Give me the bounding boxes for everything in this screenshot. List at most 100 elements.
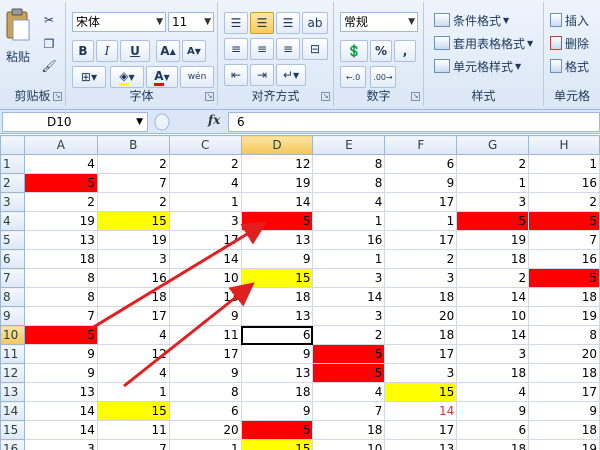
align-right-button[interactable]: ≡ [276,38,300,60]
cell-c11[interactable]: 17 [168,344,242,364]
cell-b9[interactable]: 17 [96,306,170,326]
row-header[interactable]: 16 [0,439,25,450]
wrap-text-button[interactable]: ↵ ▼ [276,64,306,86]
cell-c7[interactable]: 10 [168,268,242,288]
align-center-button[interactable]: ≡ [250,38,274,60]
cell-f13[interactable]: 15 [384,382,458,402]
cell-e12[interactable]: 5 [312,363,386,383]
grow-font-button[interactable]: A ▲ [156,40,180,62]
align-bottom-button[interactable]: ☰ [276,12,300,34]
cell-a10[interactable]: 5 [23,325,98,345]
cell-c10[interactable]: 11 [168,325,242,345]
cell-a16[interactable]: 3 [23,439,98,450]
column-header-e[interactable]: E [312,135,386,155]
cell-e1[interactable]: 8 [312,154,386,174]
cell-b2[interactable]: 7 [96,173,170,193]
cell-e11[interactable]: 5 [312,344,386,364]
merge-center-button[interactable]: ⊟ [302,38,328,60]
cell-e7[interactable]: 3 [312,268,386,288]
cell-c8[interactable]: 13 [168,287,242,307]
cell-b10[interactable]: 4 [96,325,170,345]
cell-c15[interactable]: 20 [168,420,242,440]
cell-d7[interactable]: 15 [240,268,314,288]
cell-a5[interactable]: 13 [23,230,98,250]
row-header[interactable]: 12 [0,363,25,383]
cell-a1[interactable]: 4 [23,154,98,174]
number-launcher-icon[interactable]: ↘ [411,92,420,101]
name-box[interactable]: D10 ▼ [2,112,148,132]
cell-a9[interactable]: 7 [23,306,98,326]
column-header-h[interactable]: H [528,135,600,155]
cell-h2[interactable]: 16 [528,173,600,193]
cell-d11[interactable]: 9 [240,344,314,364]
cell-h3[interactable]: 2 [528,192,600,212]
cell-e3[interactable]: 4 [312,192,386,212]
cell-h16[interactable]: 19 [528,439,600,450]
cell-h1[interactable]: 1 [528,154,600,174]
cell-f3[interactable]: 17 [384,192,458,212]
increase-decimal-button[interactable]: ←.0 [340,66,366,88]
align-left-button[interactable]: ≡ [224,38,248,60]
cell-d1[interactable]: 12 [240,154,314,174]
row-header[interactable]: 9 [0,306,25,326]
cell-f9[interactable]: 20 [384,306,458,326]
cell-e5[interactable]: 16 [312,230,386,250]
row-header[interactable]: 13 [0,382,25,402]
cell-b1[interactable]: 2 [96,154,170,174]
row-header[interactable]: 8 [0,287,25,307]
column-header-c[interactable]: C [168,135,242,155]
cell-g11[interactable]: 3 [456,344,530,364]
column-header-d[interactable]: D [240,135,314,155]
cell-h15[interactable]: 18 [528,420,600,440]
cell-e15[interactable]: 18 [312,420,386,440]
cell-d16[interactable]: 15 [240,439,314,450]
paste-button[interactable]: 粘贴 [0,46,36,66]
cell-b11[interactable]: 12 [96,344,170,364]
cell-d8[interactable]: 18 [240,287,314,307]
cell-f2[interactable]: 9 [384,173,458,193]
cell-e8[interactable]: 14 [312,287,386,307]
align-middle-button[interactable]: ☰ [250,12,274,34]
cell-e6[interactable]: 1 [312,249,386,269]
cell-a14[interactable]: 14 [23,401,98,421]
cell-a13[interactable]: 13 [23,382,98,402]
cell-h10[interactable]: 8 [528,325,600,345]
cell-g6[interactable]: 18 [456,249,530,269]
cell-b13[interactable]: 1 [96,382,170,402]
cell-c6[interactable]: 14 [168,249,242,269]
cell-e13[interactable]: 4 [312,382,386,402]
cell-a7[interactable]: 8 [23,268,98,288]
cell-h4[interactable]: 5 [528,211,600,231]
cell-b14[interactable]: 15 [96,401,170,421]
cell-h11[interactable]: 20 [528,344,600,364]
row-header[interactable]: 14 [0,401,25,421]
cell-h8[interactable]: 18 [528,287,600,307]
shrink-font-button[interactable]: A ▼ [182,40,206,62]
cell-c4[interactable]: 3 [168,211,242,231]
cell-style-button[interactable]: 单元格样式 ▼ [434,56,521,76]
cell-f1[interactable]: 6 [384,154,458,174]
cell-h14[interactable]: 9 [528,401,600,421]
row-header[interactable]: 1 [0,154,25,174]
font-color-button[interactable]: A ▼ [146,66,178,88]
percent-button[interactable]: % [370,40,392,62]
cell-a12[interactable]: 9 [23,363,98,383]
cell-c13[interactable]: 8 [168,382,242,402]
conditional-format-button[interactable]: 条件格式 ▼ [434,10,509,30]
cell-g4[interactable]: 5 [456,211,530,231]
font-launcher-icon[interactable]: ↘ [205,92,214,101]
format-button[interactable]: 格式 [550,56,589,76]
row-header[interactable]: 10 [0,325,25,345]
column-header-b[interactable]: B [96,135,170,155]
cell-b15[interactable]: 11 [96,420,170,440]
cell-a6[interactable]: 18 [23,249,98,269]
cell-a11[interactable]: 9 [23,344,98,364]
paste-icon[interactable] [4,8,32,42]
cell-d5[interactable]: 13 [240,230,314,250]
cell-b12[interactable]: 4 [96,363,170,383]
row-header[interactable]: 4 [0,211,25,231]
cut-icon[interactable]: ✂ [38,10,60,30]
row-header[interactable]: 7 [0,268,25,288]
cell-d2[interactable]: 19 [240,173,314,193]
copy-icon[interactable]: ❐ [38,34,60,54]
